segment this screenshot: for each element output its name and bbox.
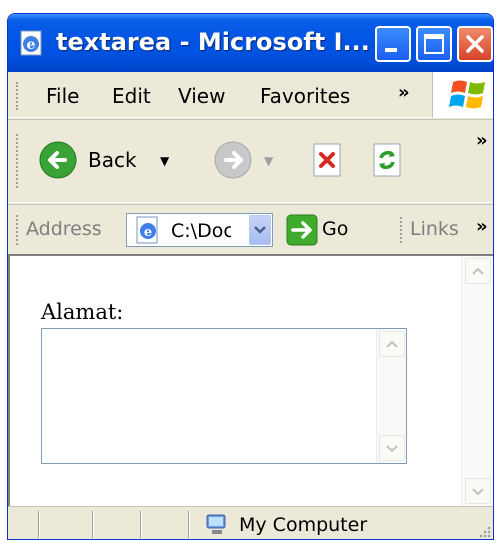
menu-overflow-chevron[interactable]: » xyxy=(398,82,410,103)
menu-view[interactable]: View xyxy=(178,84,225,108)
chevron-down-icon xyxy=(386,445,398,453)
menu-edit[interactable]: Edit xyxy=(112,84,151,108)
page-scroll-down-button[interactable] xyxy=(465,478,491,504)
svg-text:e: e xyxy=(144,225,152,240)
menu-favorites[interactable]: Favorites xyxy=(260,84,350,108)
windows-logo-area xyxy=(432,72,493,118)
chevron-up-icon xyxy=(472,267,484,275)
page-scroll-up-button[interactable] xyxy=(465,258,491,284)
status-pane-divider xyxy=(38,511,40,538)
address-input[interactable]: e C:\Doc xyxy=(126,213,273,247)
forward-dropdown-icon[interactable]: ▼ xyxy=(264,154,273,168)
address-textarea[interactable] xyxy=(41,328,407,464)
ie-window: e textarea - Microsoft I... File Edit Vi… xyxy=(7,13,494,540)
textarea-scrollbar[interactable] xyxy=(376,329,406,463)
links-overflow-chevron[interactable]: » xyxy=(476,216,488,237)
windows-logo-icon xyxy=(449,80,485,109)
status-zone-label: My Computer xyxy=(239,514,368,536)
menu-grip[interactable] xyxy=(16,82,19,110)
minimize-icon xyxy=(385,48,397,52)
back-dropdown-icon[interactable]: ▼ xyxy=(160,154,169,168)
refresh-icon[interactable] xyxy=(370,142,406,178)
toolbar-grip[interactable] xyxy=(16,134,19,188)
status-pane-divider xyxy=(140,511,142,538)
go-arrow-icon xyxy=(286,214,318,246)
back-button[interactable]: Back ▼ xyxy=(38,138,178,184)
standard-toolbar: Back ▼ ▼ » xyxy=(8,119,493,203)
window-title: textarea - Microsoft I... xyxy=(56,28,370,56)
page-content: Alamat: xyxy=(8,254,493,506)
address-field-label: Alamat: xyxy=(41,300,124,324)
links-button[interactable]: Links xyxy=(410,218,459,240)
minimize-button[interactable] xyxy=(375,26,411,62)
menu-file[interactable]: File xyxy=(46,84,79,108)
address-bar: Address e C:\Doc Go Links » xyxy=(8,204,493,254)
title-bar[interactable]: e textarea - Microsoft I... xyxy=(8,14,493,72)
maximize-button[interactable] xyxy=(416,26,452,62)
back-label: Back xyxy=(88,148,137,172)
ie-page-icon: e xyxy=(136,216,158,244)
close-icon xyxy=(466,35,484,53)
svg-text:e: e xyxy=(27,37,36,53)
page-scrollbar[interactable] xyxy=(461,256,493,506)
chevron-up-icon xyxy=(386,340,398,348)
textarea-scroll-down-button[interactable] xyxy=(379,435,405,461)
ie-page-icon: e xyxy=(20,30,42,56)
close-button[interactable] xyxy=(457,26,493,62)
back-arrow-icon xyxy=(39,141,77,179)
menu-bar: File Edit View Favorites » xyxy=(8,72,493,118)
links-grip[interactable] xyxy=(400,217,402,243)
status-bar: My Computer xyxy=(8,506,493,539)
chevron-down-icon xyxy=(254,226,266,234)
textarea-scroll-up-button[interactable] xyxy=(379,331,405,357)
address-value: C:\Doc xyxy=(171,220,231,242)
chevron-down-icon xyxy=(472,488,484,496)
maximize-icon xyxy=(424,34,444,54)
my-computer-icon xyxy=(206,514,226,534)
status-pane-divider xyxy=(92,511,94,538)
resize-grip-icon[interactable] xyxy=(476,523,492,539)
address-label: Address xyxy=(26,218,102,240)
address-grip[interactable] xyxy=(16,215,19,245)
forward-arrow-icon[interactable] xyxy=(213,140,253,180)
stop-icon[interactable] xyxy=(310,142,346,178)
address-dropdown-button[interactable] xyxy=(249,215,271,245)
toolbar-overflow-chevron[interactable]: » xyxy=(476,130,488,151)
status-pane-divider xyxy=(188,511,190,538)
go-label: Go xyxy=(322,218,349,240)
